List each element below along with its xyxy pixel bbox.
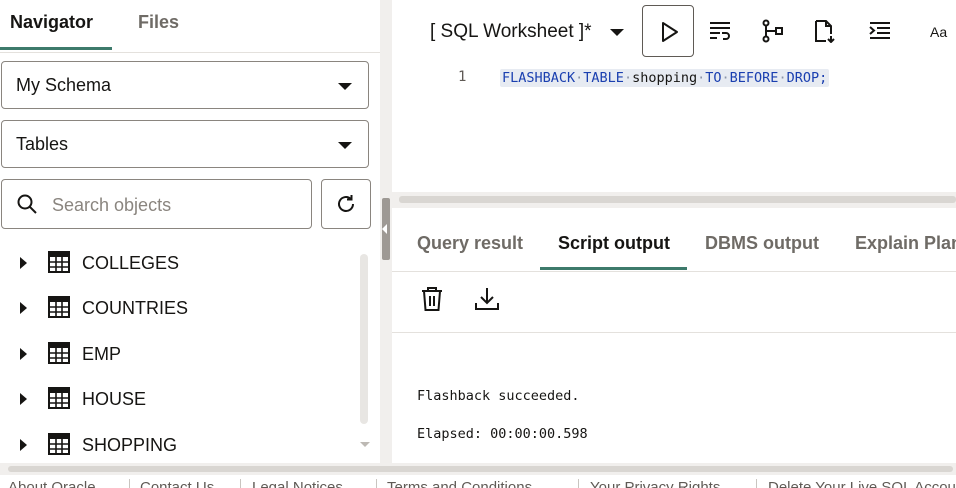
autotrace-button[interactable]	[798, 5, 850, 57]
expand-arrow-icon[interactable]	[20, 439, 27, 451]
navigator-panel: Navigator Files My Schema Tables Search …	[0, 0, 380, 463]
scroll-down-icon[interactable]	[360, 442, 370, 447]
run-script-button[interactable]	[694, 5, 746, 57]
expand-arrow-icon[interactable]	[20, 348, 27, 360]
table-icon	[48, 251, 70, 273]
navigator-tabs: Navigator Files	[0, 0, 380, 53]
code-token: shopping	[632, 70, 698, 86]
tree-item-table[interactable]: EMP	[0, 333, 360, 373]
footer-link-contact[interactable]: Contact Us	[140, 479, 214, 488]
footer-divider	[756, 479, 757, 488]
scrollbar-thumb[interactable]	[8, 466, 953, 472]
footer-divider	[240, 479, 241, 488]
tree-item-table[interactable]: COUNTRIES	[0, 287, 360, 327]
tab-script-output[interactable]: Script output	[558, 233, 670, 254]
collapse-left-icon	[382, 224, 387, 234]
tab-dbms-output[interactable]: DBMS output	[705, 233, 819, 254]
footer-link-terms[interactable]: Terms and Conditions	[387, 479, 532, 488]
code-token: TABLE	[583, 70, 624, 86]
object-type-select-value: Tables	[16, 134, 69, 154]
trash-icon[interactable]	[420, 286, 444, 312]
sql-editor[interactable]: 1 FLASHBACK·TABLE·shopping·TO·BEFORE·DRO…	[392, 60, 956, 192]
footer-link-about[interactable]: About Oracle	[8, 479, 96, 488]
output-toolbar	[392, 272, 956, 333]
chevron-down-icon[interactable]	[610, 29, 624, 36]
worksheet-title[interactable]: [ SQL Worksheet ]*	[430, 21, 592, 43]
explain-plan-button[interactable]	[746, 5, 798, 57]
code-token: DROP;	[786, 70, 828, 86]
tree-item-table[interactable]: HOUSE	[0, 378, 360, 418]
worksheet-panel: [ SQL Worksheet ]* Aa 1 FLASHBACK·TABLE·…	[392, 0, 956, 463]
font-size-button[interactable]: Aa	[930, 24, 947, 40]
explain-plan-icon	[762, 19, 783, 43]
table-name: HOUSE	[82, 389, 147, 409]
table-name: COUNTRIES	[82, 298, 189, 318]
tab-files[interactable]: Files	[138, 12, 179, 33]
code-line[interactable]: FLASHBACK·TABLE·shopping·TO·BEFORE·DROP;	[500, 69, 830, 87]
footer: About Oracle Contact Us Legal Notices Te…	[0, 475, 956, 488]
horizontal-scrollbar[interactable]	[0, 463, 956, 475]
format-button[interactable]	[854, 5, 906, 57]
vertical-splitter[interactable]	[380, 0, 392, 463]
output-line: Elapsed: 00:00:00.598	[417, 426, 588, 442]
table-icon	[48, 342, 70, 364]
output-line: Flashback succeeded.	[417, 388, 580, 404]
whitespace-marker: ·	[721, 70, 730, 86]
code-token: BEFORE	[729, 70, 779, 86]
whitespace-marker: ·	[778, 70, 787, 86]
download-icon[interactable]	[474, 286, 500, 312]
table-icon	[48, 387, 70, 409]
tree-item-table[interactable]: COLLEGES	[0, 242, 360, 282]
run-icon	[662, 22, 678, 42]
table-icon	[48, 433, 70, 455]
run-script-icon	[710, 22, 730, 40]
footer-link-legal[interactable]: Legal Notices	[252, 479, 343, 488]
tab-query-result[interactable]: Query result	[417, 233, 523, 254]
autotrace-icon	[815, 20, 835, 43]
search-objects-input[interactable]: Search objects	[1, 179, 312, 229]
object-type-select[interactable]: Tables	[1, 120, 369, 168]
line-number: 1	[458, 69, 467, 85]
expand-arrow-icon[interactable]	[20, 393, 27, 405]
search-placeholder: Search objects	[52, 195, 172, 215]
expand-arrow-icon[interactable]	[20, 302, 27, 314]
search-icon	[17, 194, 37, 214]
format-icon	[869, 22, 890, 39]
tree-item-table[interactable]: SHOPPING	[0, 424, 360, 464]
schema-select[interactable]: My Schema	[1, 61, 369, 109]
table-name: SHOPPING	[82, 435, 178, 455]
active-output-tab-indicator	[540, 267, 687, 270]
chevron-down-icon	[338, 142, 352, 149]
horizontal-splitter[interactable]	[392, 192, 956, 208]
code-token: FLASHBACK	[502, 70, 576, 86]
table-name: COLLEGES	[82, 253, 180, 273]
active-tab-indicator	[0, 47, 112, 50]
footer-link-delete-account[interactable]: Delete Your Live SQL Account	[768, 479, 956, 488]
tree-scrollbar[interactable]	[360, 254, 368, 424]
table-name: EMP	[82, 344, 122, 364]
tab-explain-plan[interactable]: Explain Plan	[855, 233, 956, 254]
footer-divider	[578, 479, 579, 488]
expand-arrow-icon[interactable]	[20, 257, 27, 269]
footer-divider	[376, 479, 377, 488]
table-icon	[48, 296, 70, 318]
chevron-down-icon	[338, 83, 352, 90]
tab-navigator[interactable]: Navigator	[10, 12, 93, 33]
output-tabs: Query result Script output DBMS output E…	[392, 216, 956, 272]
schema-select-value: My Schema	[16, 75, 112, 95]
splitter-bar[interactable]	[399, 196, 956, 203]
whitespace-marker: ·	[623, 70, 633, 86]
code-token: TO	[705, 70, 722, 86]
run-statement-button[interactable]	[642, 5, 694, 57]
refresh-button[interactable]	[321, 179, 371, 229]
footer-link-privacy[interactable]: Your Privacy Rights	[590, 479, 720, 488]
refresh-icon	[338, 195, 354, 212]
footer-divider	[129, 479, 130, 488]
